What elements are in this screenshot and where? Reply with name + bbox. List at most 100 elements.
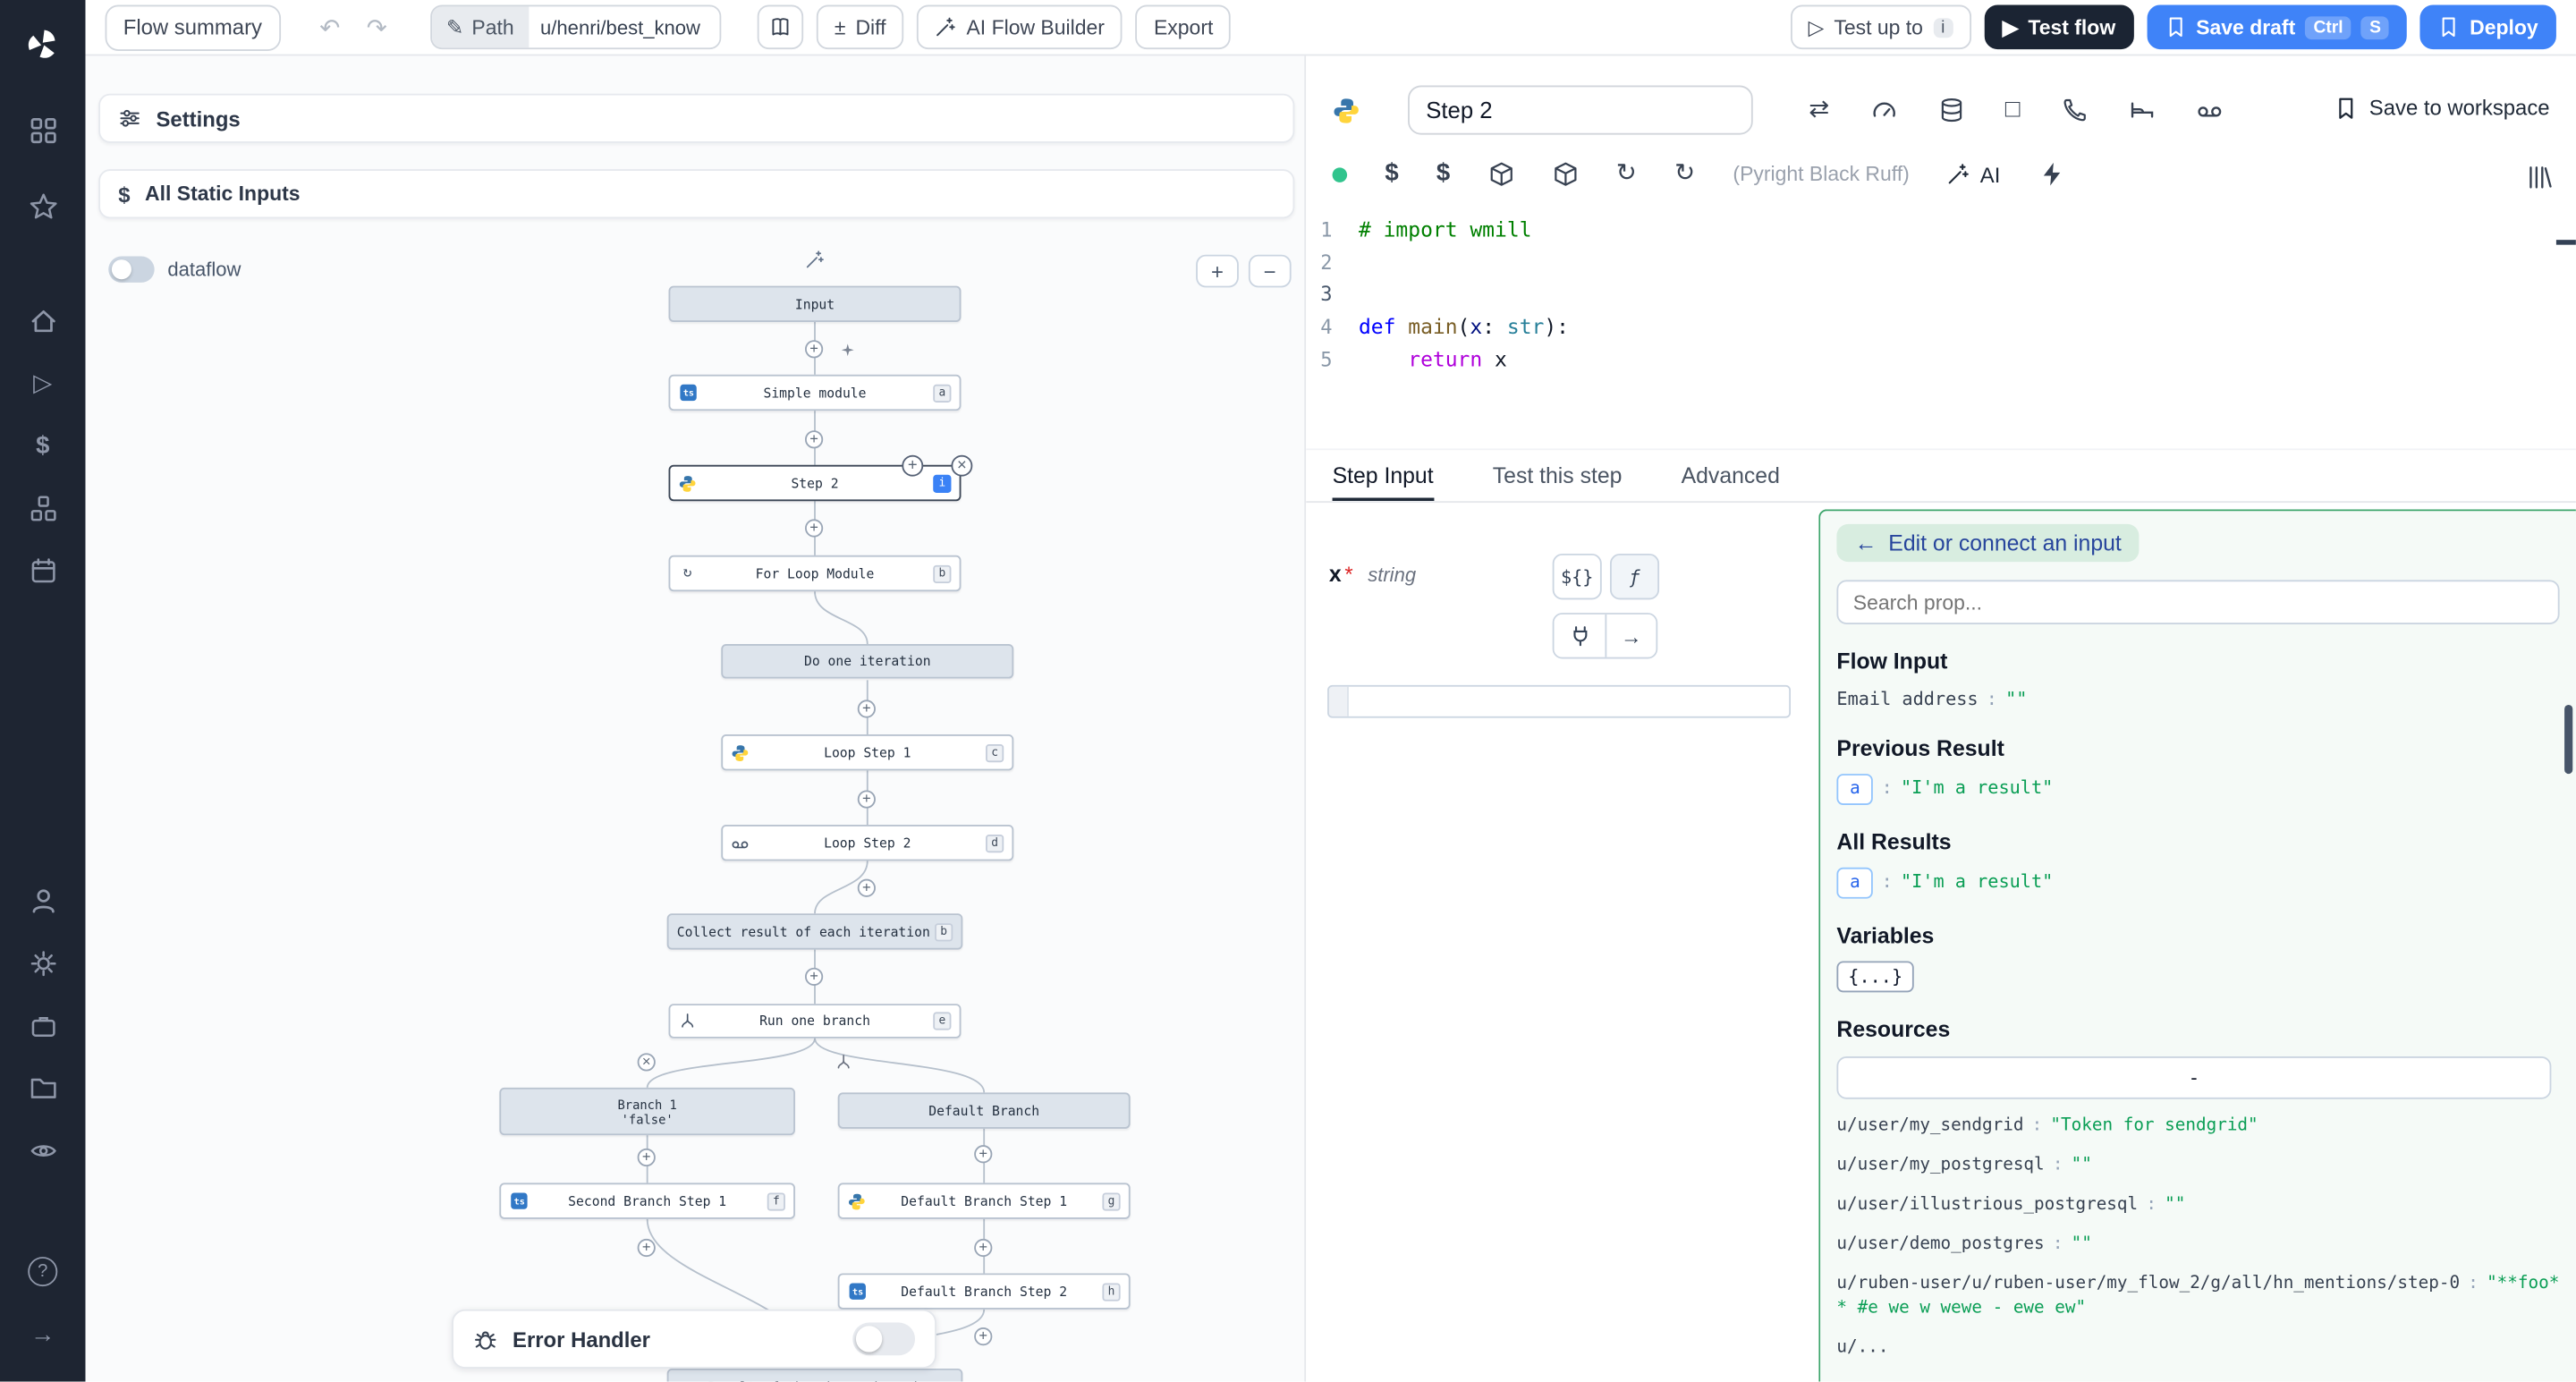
insert-step-button[interactable]: + [974,1239,992,1257]
code-editor[interactable]: 1# import wmill 2 3 4def main(x: str): 5… [1306,214,2576,444]
ai-sparkle-icon[interactable] [840,342,856,358]
scrollbar-thumb[interactable] [2564,705,2572,774]
plug-icon[interactable] [1555,615,1606,657]
insert-step-button[interactable]: + [805,519,823,537]
step-name-input[interactable] [1408,86,1753,135]
windmill-logo[interactable] [0,13,86,76]
test-flow-button[interactable]: ▶Test flow [1985,5,2134,50]
package-icon[interactable] [1487,161,1513,187]
gauge-icon[interactable] [1870,97,1896,123]
insert-step-button[interactable]: + [805,968,823,986]
save-to-workspace-button[interactable]: Save to workspace [2334,96,2549,121]
refresh-icon[interactable]: ↻ [1616,161,1637,187]
dollar-icon[interactable]: $ [1385,161,1398,187]
previous-result-row[interactable]: a:"I'm a result" [1836,774,2559,805]
collapse-arrow-icon[interactable]: → [0,1303,86,1366]
ai-flow-builder-button[interactable]: AI Flow Builder [917,5,1123,50]
remove-step2-button[interactable]: × [951,455,972,477]
flow-node-input[interactable]: Input [669,286,962,322]
argument-value-field[interactable] [1349,687,1789,716]
package-icon[interactable] [1552,161,1578,187]
dataflow-toggle[interactable] [108,257,154,283]
phone-icon[interactable] [2061,97,2087,123]
ai-button[interactable]: AI [1947,162,2000,187]
flow-node-simple-module[interactable]: ts Simple module a [669,375,962,411]
resource-row[interactable]: u/user/demo_postgres:"" [1836,1233,2559,1258]
library-icon[interactable] [2527,165,2553,191]
template-expr-button[interactable]: ${} [1553,554,1602,599]
insert-step-button[interactable]: + [638,1239,656,1257]
resource-row[interactable]: u/ruben-user/u/ruben-user/my_flow_2/g/al… [1836,1272,2559,1321]
error-handler-toggle[interactable] [852,1323,915,1356]
flow-node-default-branch-step-2[interactable]: ts Default Branch Step 2 h [838,1273,1131,1309]
flow-node-do-one-iteration[interactable]: Do one iteration [721,644,1013,679]
variables-button[interactable]: {...} [1836,961,1914,992]
arrow-right-icon[interactable]: → [1605,615,1656,657]
flow-node-default-branch[interactable]: Default Branch [838,1092,1131,1128]
path-input[interactable] [529,6,719,47]
insert-step-button[interactable]: + [858,879,876,897]
insert-step-button[interactable]: + [805,430,823,448]
flow-node-for-loop[interactable]: ↻ For Loop Module b [669,555,962,591]
flow-node-collect-result[interactable]: Collect result of each iteration b [667,913,963,949]
resource-row[interactable]: u/... [1836,1335,2559,1361]
flow-node-branch-1[interactable]: Branch 1 'false' [499,1088,795,1135]
flow-node-second-branch-step-1[interactable]: ts Second Branch Step 1 f [499,1183,795,1218]
flow-node-branch-result[interactable]: Result of the chosen branch [667,1369,963,1382]
all-results-row[interactable]: a:"I'm a result" [1836,868,2559,899]
resource-row[interactable]: u/user/my_sendgrid:"Token for sendgrid" [1836,1114,2559,1139]
search-prop-input[interactable] [1836,580,2559,624]
zoom-in-button[interactable]: + [1196,255,1239,288]
resource-row[interactable]: u/user/my_postgresql:"" [1836,1153,2559,1178]
voicemail-icon[interactable] [2196,97,2222,123]
function-button[interactable]: ƒ [1610,554,1659,599]
path-chip[interactable]: ✎ Path [431,6,529,47]
flow-input-row[interactable]: Email address:"" [1836,687,2559,712]
audit-eye-icon[interactable] [0,1119,86,1182]
docs-book-button[interactable] [757,5,802,50]
add-after-step2-button[interactable]: + [902,455,923,477]
insert-step-button[interactable]: + [858,790,876,808]
flow-node-loop-step-1[interactable]: Loop Step 1 c [721,734,1013,770]
zoom-out-button[interactable]: − [1249,255,1292,288]
refresh-icon[interactable]: ↻ [1674,161,1695,187]
database-icon[interactable] [1938,97,1964,123]
folders-icon[interactable] [0,1056,86,1119]
tab-test-this-step[interactable]: Test this step [1493,450,1623,501]
test-up-to-button[interactable]: ▷Test up toi [1790,5,1970,50]
undo-button[interactable]: ↶ [313,5,347,50]
save-draft-button[interactable]: Save draftCtrlS [2147,5,2407,50]
workers-briefcase-icon[interactable] [0,994,86,1056]
add-branch-icon[interactable] [835,1053,852,1071]
favorites-star-icon[interactable] [0,174,86,237]
user-icon[interactable] [0,869,86,932]
deploy-button[interactable]: Deploy [2420,5,2556,50]
runs-play-icon[interactable]: ▷ [0,352,86,414]
wand-icon[interactable] [805,250,825,269]
flow-node-run-one-branch[interactable]: Run one branch e [669,1004,962,1039]
home-icon[interactable] [0,289,86,352]
resource-select[interactable]: - [1836,1056,2551,1099]
export-button[interactable]: Export [1136,5,1232,50]
apps-grid-icon[interactable] [0,98,86,161]
flow-summary-button[interactable]: Flow summary [106,4,281,50]
remove-branch-button[interactable]: × [638,1053,656,1071]
swap-icon[interactable]: ⇄ [1809,97,1829,123]
flow-node-loop-step-2[interactable]: Loop Step 2 d [721,825,1013,861]
tab-advanced[interactable]: Advanced [1682,450,1780,501]
diff-button[interactable]: ±Diff [817,5,904,50]
edit-or-connect-button[interactable]: ← Edit or connect an input [1836,524,2140,562]
insert-step-button[interactable]: + [858,699,876,717]
redo-button[interactable]: ↷ [360,5,394,50]
insert-step-button[interactable]: + [638,1149,656,1166]
settings-card[interactable]: Settings [98,94,1294,143]
lightning-icon[interactable] [2038,161,2064,187]
tab-step-input[interactable]: Step Input [1333,450,1434,501]
insert-step-button[interactable]: + [974,1145,992,1163]
dollar-icon[interactable]: $ [1436,161,1450,187]
square-icon[interactable]: □ [2005,97,2021,123]
help-icon[interactable]: ? [0,1241,86,1303]
static-inputs-card[interactable]: $ All Static Inputs [98,169,1294,218]
error-handler-card[interactable]: Error Handler [452,1310,936,1369]
flow-node-default-branch-step-1[interactable]: Default Branch Step 1 g [838,1183,1131,1218]
